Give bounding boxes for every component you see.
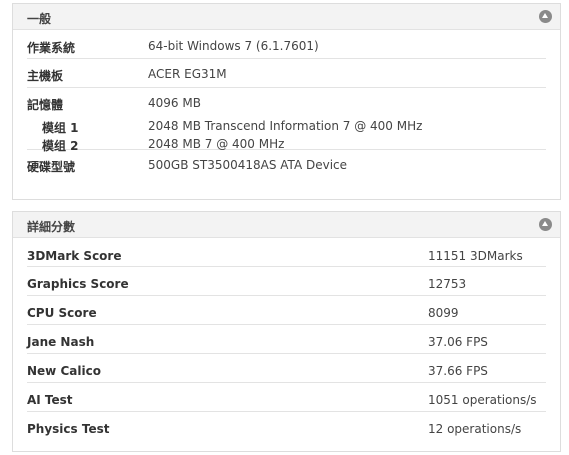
score-value: 37.06 FPS bbox=[428, 335, 488, 349]
score-row: CPU Score 8099 bbox=[27, 296, 546, 325]
score-label: CPU Score bbox=[27, 306, 97, 320]
score-row: Jane Nash 37.06 FPS bbox=[27, 325, 546, 354]
memory-label: 記憶體 bbox=[27, 98, 64, 112]
score-value: 1051 operations/s bbox=[428, 393, 537, 407]
collapse-icon[interactable] bbox=[539, 218, 552, 231]
score-value: 8099 bbox=[428, 306, 459, 320]
module-1-value: 2048 MB Transcend Information 7 @ 400 MH… bbox=[148, 119, 423, 133]
score-value: 12 operations/s bbox=[428, 422, 522, 436]
general-rows: 作業系統 64-bit Windows 7 (6.1.7601) 主機板 ACE… bbox=[13, 30, 560, 180]
mobo-row: 主機板 ACER EG31M bbox=[27, 59, 546, 88]
memory-value: 4096 MB bbox=[148, 96, 201, 110]
score-row: AI Test 1051 operations/s bbox=[27, 383, 546, 412]
disk-label: 硬碟型號 bbox=[27, 160, 76, 174]
scores-panel-title: 詳細分數 bbox=[27, 220, 76, 234]
score-value: 11151 3DMarks bbox=[428, 249, 523, 263]
score-label: Graphics Score bbox=[27, 277, 129, 291]
memory-row: 記憶體 4096 MB 模组 1 2048 MB Transcend Infor… bbox=[27, 88, 546, 153]
scores-panel-header[interactable]: 詳細分數 bbox=[13, 212, 560, 238]
score-label: AI Test bbox=[27, 393, 73, 407]
collapse-icon[interactable] bbox=[539, 10, 552, 23]
general-panel-title: 一般 bbox=[27, 12, 52, 26]
score-value: 37.66 FPS bbox=[428, 364, 488, 378]
mobo-label: 主機板 bbox=[27, 69, 64, 83]
os-value: 64-bit Windows 7 (6.1.7601) bbox=[148, 39, 319, 53]
disk-row: 硬碟型號 500GB ST3500418AS ATA Device bbox=[27, 150, 546, 180]
os-row: 作業系統 64-bit Windows 7 (6.1.7601) bbox=[27, 30, 546, 59]
score-label: Jane Nash bbox=[27, 335, 95, 349]
score-label: New Calico bbox=[27, 364, 101, 378]
os-label: 作業系統 bbox=[27, 41, 76, 55]
scores-rows: 3DMark Score 11151 3DMarks Graphics Scor… bbox=[13, 238, 560, 442]
score-row: 3DMark Score 11151 3DMarks bbox=[27, 238, 546, 267]
general-panel-header[interactable]: 一般 bbox=[13, 4, 560, 30]
score-label: 3DMark Score bbox=[27, 249, 122, 263]
scores-panel: 詳細分數 3DMark Score 11151 3DMarks Graphics… bbox=[12, 211, 561, 452]
mobo-value: ACER EG31M bbox=[148, 67, 227, 81]
general-panel: 一般 作業系統 64-bit Windows 7 (6.1.7601) 主機板 … bbox=[12, 3, 561, 200]
score-row: New Calico 37.66 FPS bbox=[27, 354, 546, 383]
score-value: 12753 bbox=[428, 277, 467, 291]
module-2-value: 2048 MB 7 @ 400 MHz bbox=[148, 137, 285, 151]
disk-value: 500GB ST3500418AS ATA Device bbox=[148, 158, 348, 172]
module-1-label: 模组 1 bbox=[42, 121, 79, 135]
score-row: Physics Test 12 operations/s bbox=[27, 412, 546, 442]
score-label: Physics Test bbox=[27, 422, 110, 436]
score-row: Graphics Score 12753 bbox=[27, 267, 546, 296]
